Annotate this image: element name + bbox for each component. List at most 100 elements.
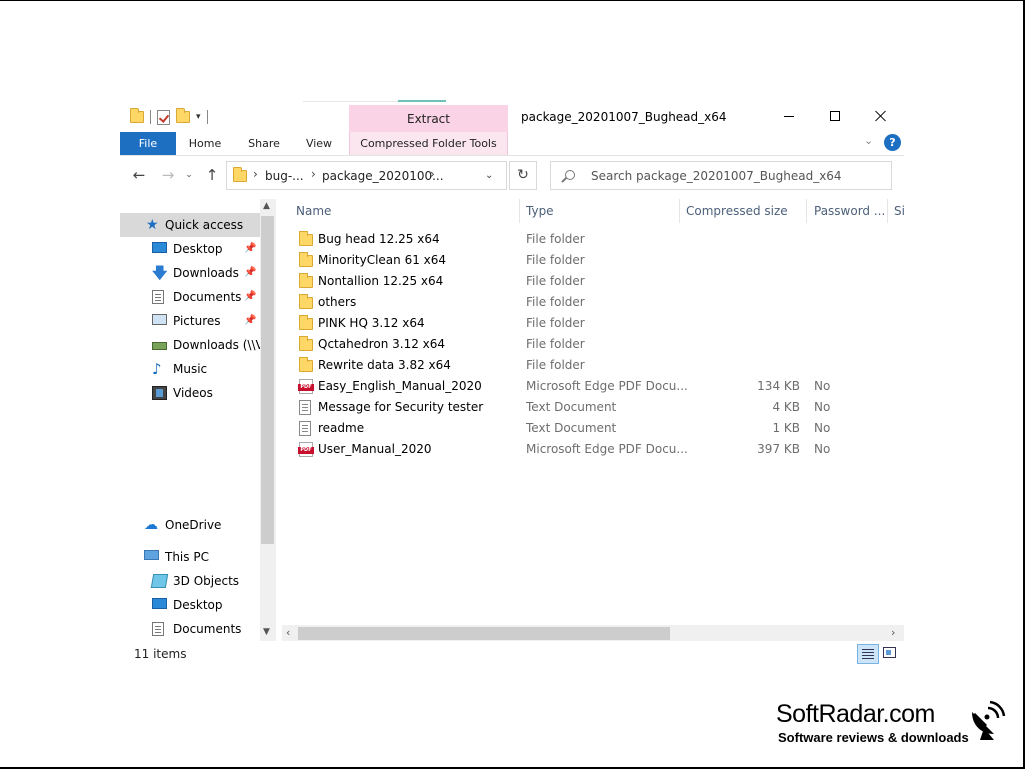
- sidebar-item-pc-desktop[interactable]: Desktop: [120, 593, 260, 617]
- sidebar-item-label: This PC: [165, 550, 209, 564]
- table-row[interactable]: Message for Security tester Text Documen…: [286, 397, 904, 418]
- sidebar-item-downloads-vb[interactable]: Downloads (\\VB: [120, 333, 272, 357]
- tab-home[interactable]: Home: [184, 132, 226, 155]
- table-row[interactable]: Rewrite data 3.82 x64 File folder: [286, 355, 904, 376]
- file-name: MinorityClean 61 x64: [318, 253, 447, 267]
- sidebar-item-pc-3d-objects[interactable]: 3D Objects: [120, 569, 260, 593]
- folder-icon: [299, 357, 313, 372]
- expand-ribbon-chevron-icon[interactable]: ⌄: [864, 134, 873, 147]
- file-name: Message for Security tester: [318, 400, 484, 414]
- up-button[interactable]: ↑: [202, 165, 222, 185]
- forward-button[interactable]: →: [158, 165, 178, 185]
- scrollbar-thumb[interactable]: [298, 627, 670, 640]
- properties-icon[interactable]: [157, 109, 170, 125]
- table-row[interactable]: Qctahedron 3.12 x64 File folder: [286, 334, 904, 355]
- sidebar-item-label: Documents: [173, 290, 242, 304]
- file-password-protected: No: [814, 400, 831, 414]
- sidebar-item-downloads[interactable]: 🡇 Downloads 📌: [120, 261, 260, 285]
- satellite-dish-icon: [972, 700, 1006, 740]
- sidebar-item-videos[interactable]: Videos: [120, 381, 260, 405]
- sidebar-item-this-pc[interactable]: This PC: [120, 545, 260, 569]
- back-button[interactable]: ←: [129, 165, 149, 185]
- table-row[interactable]: PINK HQ 3.12 x64 File folder: [286, 313, 904, 334]
- file-type: File folder: [526, 358, 585, 372]
- table-row[interactable]: MinorityClean 61 x64 File folder: [286, 250, 904, 271]
- column-divider[interactable]: [679, 199, 680, 223]
- details-view-button[interactable]: [857, 644, 879, 664]
- table-row[interactable]: readme Text Document 1 KB No: [286, 418, 904, 439]
- tab-share[interactable]: Share: [242, 132, 286, 155]
- sidebar-item-documents[interactable]: Documents 📌: [120, 285, 260, 309]
- minimize-button[interactable]: [766, 100, 812, 132]
- column-header-password[interactable]: Password ...: [814, 199, 884, 223]
- close-button[interactable]: [858, 100, 904, 132]
- file-name: PINK HQ 3.12 x64: [318, 316, 425, 330]
- pin-icon: 📌: [244, 243, 257, 254]
- sidebar-item-music[interactable]: ♪ Music: [120, 357, 260, 381]
- scroll-left-arrow-icon[interactable]: ‹: [286, 625, 290, 641]
- table-row[interactable]: Bug head 12.25 x64 File folder: [286, 229, 904, 250]
- maximize-button[interactable]: [812, 100, 858, 132]
- sidebar-item-quick-access[interactable]: ★ Quick access: [120, 213, 260, 237]
- sidebar-item-pc-documents[interactable]: Documents: [120, 617, 260, 641]
- column-header-name[interactable]: Name: [296, 199, 496, 223]
- customize-toolbar-dropdown[interactable]: ▾: [196, 112, 201, 122]
- tab-compressed-folder-tools[interactable]: Compressed Folder Tools: [349, 132, 508, 155]
- column-header-compressed-size[interactable]: Compressed size: [686, 199, 804, 223]
- large-icons-view-button[interactable]: [883, 647, 896, 658]
- pin-icon: 📌: [244, 291, 257, 302]
- scroll-down-arrow-icon[interactable]: ▼: [263, 627, 270, 637]
- desktop-icon: [152, 242, 167, 253]
- column-divider[interactable]: [887, 199, 888, 223]
- scroll-up-arrow-icon[interactable]: ▲: [263, 201, 270, 211]
- breadcrumb-package[interactable]: package_2020100...: [322, 169, 444, 183]
- softradar-watermark: SoftRadar.com Software reviews & downloa…: [776, 700, 1006, 745]
- file-type: Text Document: [526, 400, 617, 414]
- file-type: File folder: [526, 337, 585, 351]
- breadcrumb-bug[interactable]: bug-...: [265, 169, 304, 183]
- folder-icon[interactable]: [130, 108, 144, 123]
- table-row[interactable]: Easy_English_Manual_2020 Microsoft Edge …: [286, 376, 904, 397]
- column-header-size[interactable]: Si: [894, 199, 904, 223]
- sidebar-item-label: Videos: [173, 386, 213, 400]
- search-input[interactable]: Search package_20201007_Bughead_x64: [550, 161, 892, 190]
- scrollbar-thumb[interactable]: [261, 216, 274, 544]
- folder-icon: [299, 273, 313, 288]
- sidebar-item-desktop[interactable]: Desktop 📌: [120, 237, 260, 261]
- file-type: Microsoft Edge PDF Docu...: [526, 442, 688, 456]
- help-icon[interactable]: ?: [884, 134, 901, 151]
- recent-locations-dropdown[interactable]: ⌄: [182, 165, 196, 185]
- sidebar-item-onedrive[interactable]: ☁ OneDrive: [120, 513, 260, 537]
- breadcrumb-separator-icon[interactable]: ›: [430, 167, 435, 181]
- file-list-horizontal-scrollbar[interactable]: ‹ ›: [282, 625, 904, 641]
- search-placeholder: Search package_20201007_Bughead_x64: [591, 169, 842, 183]
- table-row[interactable]: others File folder: [286, 292, 904, 313]
- tab-group-line: [303, 101, 398, 102]
- tab-view[interactable]: View: [300, 132, 338, 155]
- column-header-type[interactable]: Type: [526, 199, 666, 223]
- column-divider[interactable]: [806, 199, 807, 223]
- breadcrumb-separator-icon[interactable]: ›: [311, 167, 316, 181]
- 3d-objects-icon: [150, 574, 169, 588]
- context-accent-line: [398, 100, 446, 102]
- file-name: Nontallion 12.25 x64: [318, 274, 444, 288]
- computer-icon: [144, 550, 159, 560]
- address-dropdown-icon[interactable]: ⌄: [485, 170, 493, 181]
- nav-pane-scrollbar[interactable]: ▲ ▼: [260, 199, 276, 641]
- tab-file[interactable]: File: [120, 132, 176, 155]
- address-bar[interactable]: › bug-... › package_2020100... › ⌄: [226, 161, 507, 190]
- navigation-pane: ★ Quick access Desktop 📌 🡇 Downloads 📌 Do…: [120, 199, 276, 641]
- toolbar-separator: [150, 110, 151, 124]
- sidebar-item-pictures[interactable]: Pictures 📌: [120, 309, 260, 333]
- breadcrumb-separator-icon[interactable]: ›: [253, 167, 258, 181]
- context-tab-group-label: Extract: [407, 112, 450, 126]
- folder-icon: [299, 252, 313, 267]
- text-file-icon: [299, 400, 311, 415]
- table-row[interactable]: Nontallion 12.25 x64 File folder: [286, 271, 904, 292]
- new-folder-icon[interactable]: [176, 108, 190, 123]
- file-name: User_Manual_2020: [318, 442, 432, 456]
- scroll-right-arrow-icon[interactable]: ›: [891, 625, 895, 641]
- refresh-button[interactable]: ↻: [509, 161, 537, 190]
- column-divider[interactable]: [519, 199, 520, 223]
- table-row[interactable]: User_Manual_2020 Microsoft Edge PDF Docu…: [286, 439, 904, 460]
